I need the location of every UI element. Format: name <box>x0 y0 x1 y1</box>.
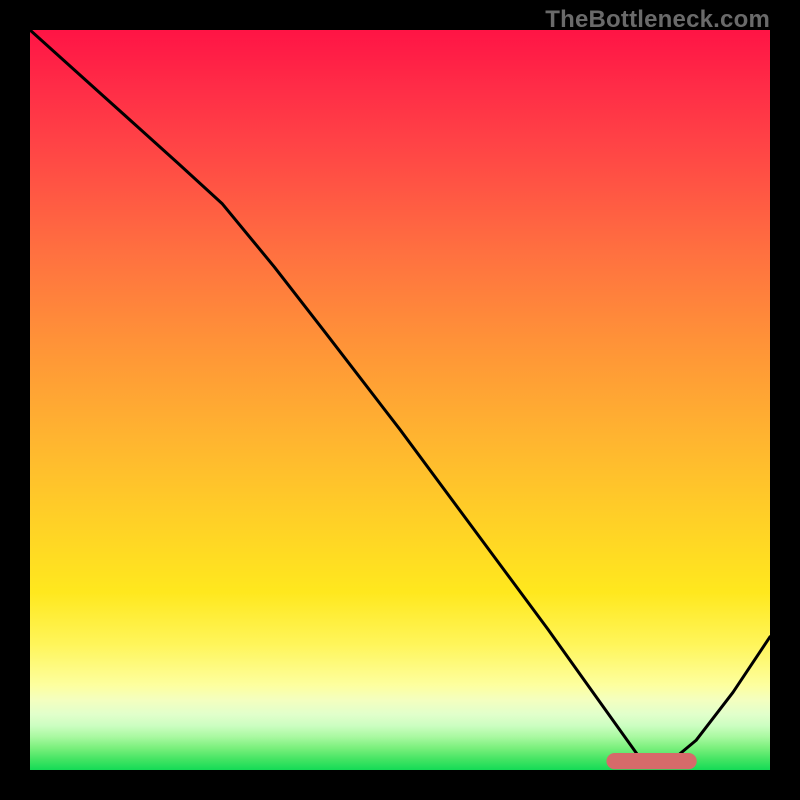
bottleneck-chart: TheBottleneck.com <box>0 0 800 800</box>
plot-area <box>30 30 770 770</box>
gradient-background <box>30 30 770 770</box>
